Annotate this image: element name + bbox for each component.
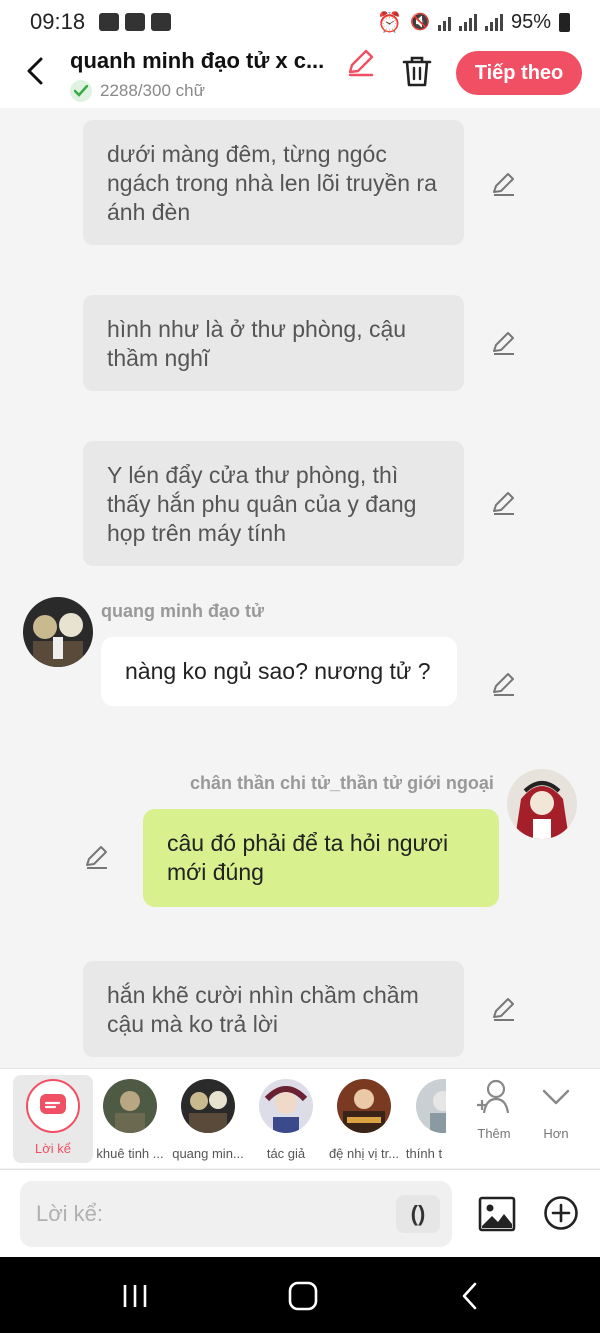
status-bar: 09:18 ⏰ 🔇 95% bbox=[0, 0, 600, 44]
back-nav-icon[interactable] bbox=[454, 1279, 488, 1313]
mute-icon: 🔇 bbox=[410, 14, 430, 31]
character-item[interactable]: thính t bbox=[402, 1075, 446, 1163]
input-container: () bbox=[20, 1181, 452, 1247]
alarm-icon: ⏰ bbox=[377, 11, 403, 34]
signal-2-icon bbox=[484, 13, 503, 31]
word-count: 2288/300 chữ bbox=[70, 80, 205, 102]
youtube-notification-icon bbox=[151, 13, 172, 31]
parentheses-button[interactable]: () bbox=[396, 1195, 440, 1233]
input-bar: () bbox=[0, 1169, 600, 1257]
next-button[interactable]: Tiếp theo bbox=[456, 51, 582, 95]
narration-message[interactable]: hình như là ở thư phòng, cậu thầm nghĩ bbox=[83, 295, 464, 391]
narration-avatar bbox=[26, 1079, 80, 1133]
edit-pencil-icon[interactable] bbox=[490, 329, 518, 357]
shortcut-notification-icon bbox=[125, 13, 146, 31]
notification-icons bbox=[99, 13, 172, 31]
chevron-down-icon bbox=[542, 1089, 570, 1105]
user-avatar[interactable] bbox=[507, 769, 577, 839]
character-label: tác giả bbox=[266, 1146, 306, 1161]
status-time: 09:18 bbox=[30, 9, 86, 34]
system-nav-bar bbox=[0, 1257, 600, 1333]
trash-icon[interactable] bbox=[400, 54, 434, 88]
narration-message[interactable]: dưới màng đêm, từng ngóc ngách trong nhà… bbox=[83, 120, 464, 245]
check-icon bbox=[70, 80, 92, 102]
sender-name: quang minh đạo tử bbox=[101, 601, 265, 621]
own-chat-bubble[interactable]: câu đó phải để ta hỏi ngươi mới đúng bbox=[143, 809, 499, 907]
story-header: quanh minh đạo tử x c... 2288/300 chữ Ti… bbox=[0, 44, 600, 108]
home-icon[interactable] bbox=[286, 1279, 320, 1313]
add-circle-icon[interactable] bbox=[543, 1195, 579, 1231]
character-item[interactable]: khuê tinh ... bbox=[90, 1075, 170, 1163]
more-button[interactable]: Hơn bbox=[528, 1079, 584, 1141]
add-character-button[interactable]: Thêm bbox=[466, 1079, 522, 1141]
chat-bubble-icon bbox=[40, 1094, 66, 1114]
narration-input[interactable] bbox=[36, 1181, 396, 1247]
edit-pencil-icon[interactable] bbox=[490, 670, 518, 698]
add-label: Thêm bbox=[477, 1126, 511, 1141]
character-avatar bbox=[337, 1079, 391, 1133]
more-label: Hơn bbox=[543, 1126, 569, 1141]
edit-pencil-icon[interactable] bbox=[490, 995, 518, 1023]
sender-name: chân thần chi tử_thần tử giới ngoại bbox=[190, 773, 494, 793]
image-icon[interactable] bbox=[478, 1195, 516, 1233]
character-narration[interactable]: Lời kể bbox=[13, 1075, 93, 1163]
character-item[interactable]: đệ nhị vị tr... bbox=[324, 1075, 404, 1163]
wifi-icon bbox=[437, 13, 451, 31]
edit-title-icon[interactable] bbox=[346, 48, 376, 78]
character-selector: Lời kể khuê tinh ... quang min... tác gi… bbox=[0, 1068, 600, 1168]
character-item[interactable]: quang min... bbox=[168, 1075, 248, 1163]
edit-pencil-icon[interactable] bbox=[490, 170, 518, 198]
story-title: quanh minh đạo tử x c... bbox=[70, 48, 325, 73]
recent-apps-icon[interactable] bbox=[118, 1279, 152, 1313]
battery-percentage: 95% bbox=[510, 10, 551, 33]
character-avatar bbox=[259, 1079, 313, 1133]
signal-icon bbox=[458, 13, 477, 31]
chat-area[interactable]: dưới màng đêm, từng ngóc ngách trong nhà… bbox=[0, 108, 600, 1068]
add-user-icon bbox=[477, 1079, 510, 1114]
gallery-notification-icon bbox=[99, 13, 120, 31]
edit-pencil-icon[interactable] bbox=[83, 843, 111, 871]
character-avatar[interactable] bbox=[23, 597, 93, 667]
back-button[interactable] bbox=[18, 54, 52, 88]
character-avatar bbox=[416, 1079, 446, 1133]
chat-bubble[interactable]: nàng ko ngủ sao? nương tử ? bbox=[101, 637, 457, 706]
character-label: Lời kể bbox=[35, 1141, 71, 1156]
character-avatar bbox=[181, 1079, 235, 1133]
battery-icon bbox=[559, 12, 570, 32]
chevron-left-icon bbox=[27, 57, 43, 85]
character-item[interactable]: tác giả bbox=[246, 1075, 326, 1163]
narration-message[interactable]: hắn khẽ cười nhìn chầm chầm cậu mà ko tr… bbox=[83, 961, 464, 1057]
character-label: quang min... bbox=[172, 1146, 244, 1161]
character-avatar bbox=[103, 1079, 157, 1133]
edit-pencil-icon[interactable] bbox=[490, 489, 518, 517]
character-label: thính t bbox=[405, 1146, 443, 1161]
character-label: đệ nhị vị tr... bbox=[328, 1146, 400, 1161]
narration-message[interactable]: Y lén đẩy cửa thư phòng, thì thấy hắn ph… bbox=[83, 441, 464, 566]
character-label: khuê tinh ... bbox=[96, 1146, 164, 1161]
word-count-text: 2288/300 chữ bbox=[100, 81, 205, 100]
